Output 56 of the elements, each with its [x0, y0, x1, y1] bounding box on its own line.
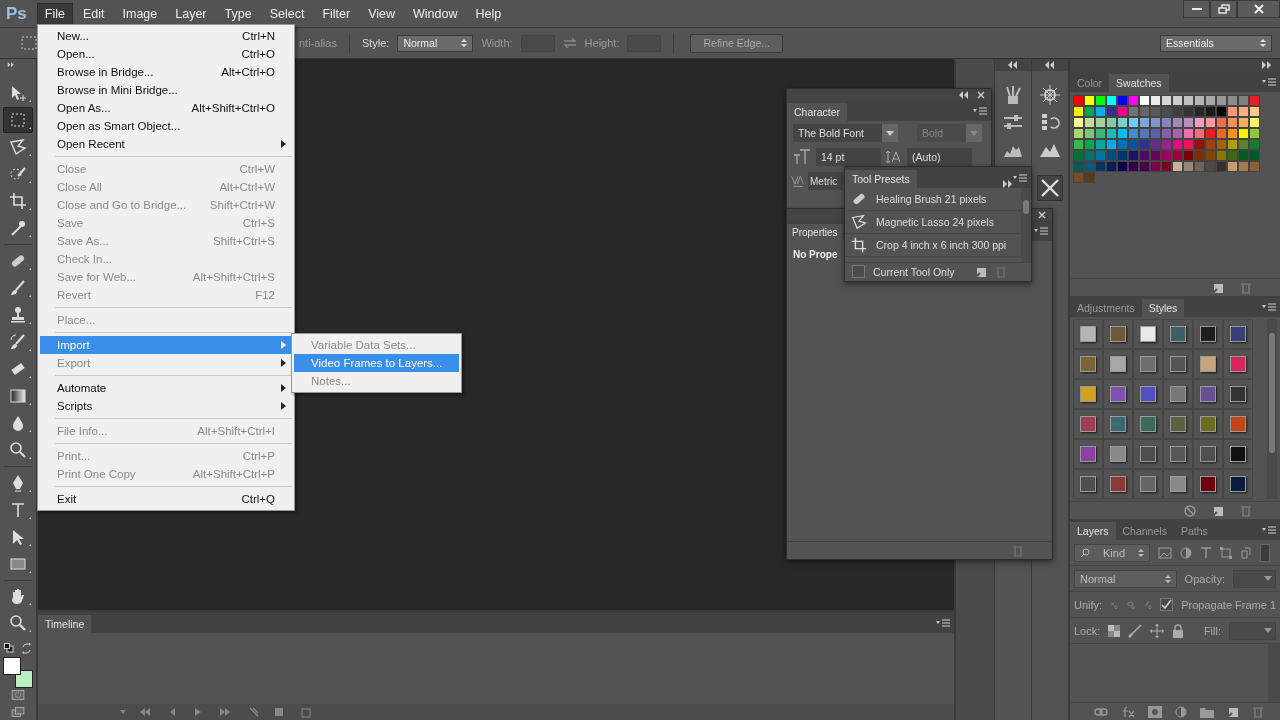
height-label: Height:	[584, 37, 620, 49]
filter-kind-dropdown[interactable]: Kind	[1074, 543, 1150, 562]
menu-item[interactable]: Video Frames to Layers...	[294, 354, 460, 372]
menu-item[interactable]: New... Ctrl+N	[40, 27, 292, 45]
preset-item[interactable]: Crop 4 inch x 6 inch 300 ppi	[845, 234, 1021, 257]
lock-label: Lock:	[1074, 624, 1101, 637]
menu-item[interactable]: Browse in Bridge... Alt+Ctrl+O	[40, 63, 292, 81]
unify-label: Unify:	[1074, 598, 1103, 611]
menu-item[interactable]: Open... Ctrl+O	[40, 45, 292, 63]
menu-item[interactable]: Open Recent	[40, 135, 292, 153]
menu-item[interactable]: Exit Ctrl+Q	[40, 490, 292, 508]
panel-tab[interactable]: Tool Presets	[845, 170, 917, 188]
panel-tab[interactable]: Character	[787, 103, 848, 121]
menu-item[interactable]: Image	[114, 2, 166, 25]
blend-mode-dropdown[interactable]: Normal	[1074, 569, 1177, 588]
preset-item[interactable]: Magnetic Lasso 24 pixels	[845, 211, 1021, 234]
propagate-label: Propagate Frame 1	[1181, 598, 1276, 611]
anti-alias-label: nti-alias	[299, 37, 337, 49]
menu-item[interactable]: Window	[405, 2, 466, 25]
width-label: Width:	[481, 37, 513, 49]
menu-item[interactable]: Select	[261, 2, 313, 25]
kerning-dropdown[interactable]: Metric	[808, 172, 843, 190]
menu-item[interactable]: Import	[40, 336, 292, 354]
menu-item[interactable]: Help	[467, 2, 510, 25]
panel-tab[interactable]: Timeline	[38, 615, 92, 633]
menu-item[interactable]: Scripts	[40, 397, 292, 415]
menu-item[interactable]: Open As... Alt+Shift+Ctrl+O	[40, 99, 292, 117]
menu-item[interactable]: File	[36, 2, 73, 25]
app-logo: Ps	[6, 3, 27, 24]
menu-item[interactable]: Layer	[167, 2, 215, 25]
menu-item[interactable]: Edit	[74, 2, 113, 25]
panel-tab[interactable]: Color	[1070, 74, 1110, 92]
preset-item[interactable]: Healing Brush 21 pixels	[845, 188, 1021, 211]
menu-item[interactable]: Type	[216, 2, 260, 25]
panel-tab[interactable]: Channels	[1115, 522, 1174, 540]
menu-item[interactable]: Filter	[314, 2, 359, 25]
leading-dropdown[interactable]: (Auto)	[907, 148, 972, 166]
current-tool-label: Current Tool Only	[873, 265, 955, 278]
menu-item[interactable]: Browse in Mini Bridge...	[40, 81, 292, 99]
menu-item[interactable]: Open as Smart Object...	[40, 117, 292, 135]
style-label: Style:	[361, 37, 390, 49]
fill-label: Fill:	[1203, 624, 1221, 637]
properties-message: No Prope	[793, 249, 838, 260]
menu-item[interactable]: Automate	[40, 379, 292, 397]
menu-item[interactable]: View	[360, 2, 404, 25]
font-family-dropdown[interactable]: The Bold Font	[793, 124, 898, 142]
panel-tab[interactable]: Styles	[1141, 299, 1185, 317]
panel-tab[interactable]: Swatches	[1109, 74, 1169, 92]
font-size-dropdown[interactable]: 14 pt	[816, 148, 881, 166]
panel-tab[interactable]: Properties	[787, 224, 843, 241]
opacity-label: Opacity:	[1184, 572, 1225, 585]
panel-tab[interactable]: Adjustments	[1070, 299, 1142, 317]
workspace-dropdown[interactable]: Essentials	[1160, 34, 1272, 52]
style-dropdown[interactable]: Normal	[397, 34, 474, 52]
panel-tab[interactable]: Layers	[1070, 522, 1116, 540]
panel-tab[interactable]: Paths	[1173, 522, 1215, 540]
